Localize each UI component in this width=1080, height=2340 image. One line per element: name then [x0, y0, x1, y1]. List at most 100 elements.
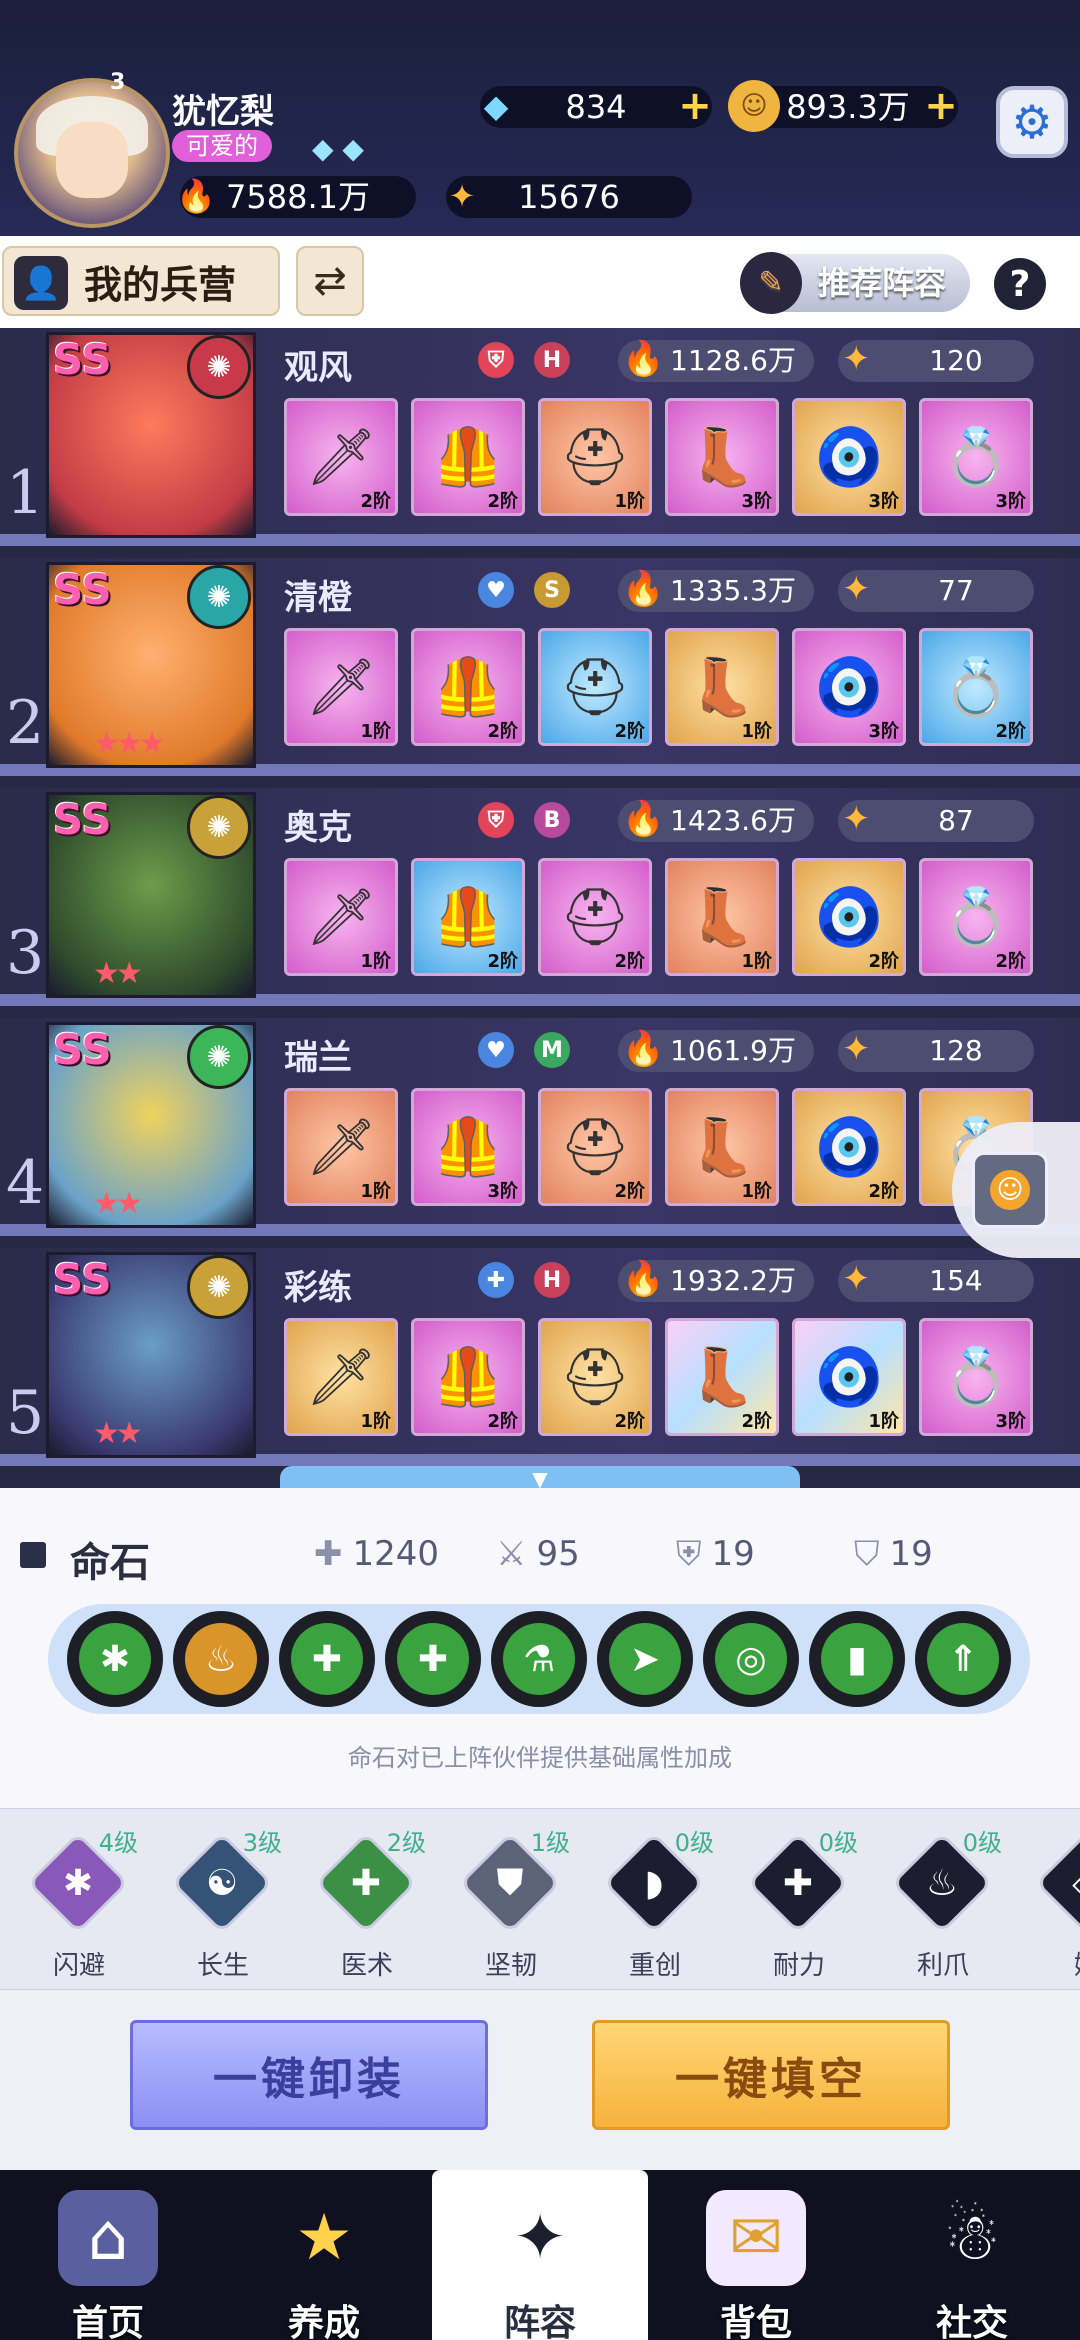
help-icon[interactable]: ?	[994, 258, 1046, 310]
nav-lineup[interactable]: ✦ 阵容	[432, 2170, 648, 2340]
accessibility-float-button[interactable]: ☺	[952, 1122, 1080, 1258]
skill-name: 医术	[340, 1951, 393, 1981]
fate-stone-slot[interactable]: ✱	[67, 1611, 163, 1707]
fate-stone-slot[interactable]: ✚	[279, 1611, 375, 1707]
equipment-slot[interactable]: 🗡 1阶	[284, 858, 398, 976]
equipment-slot[interactable]: 💍 2阶	[919, 628, 1033, 746]
hero-name: 观风	[284, 348, 352, 388]
lineup-icon: ✦	[513, 2201, 567, 2275]
class-badge: S	[534, 572, 570, 608]
fate-stone-slot[interactable]: ⚗	[491, 1611, 587, 1707]
skill-item[interactable]: ✱ 4级 闪避	[14, 1823, 144, 1983]
equipment-stage: 1阶	[741, 1181, 772, 1202]
equipment-slot[interactable]: 💍 2阶	[919, 858, 1033, 976]
hp-stat: ✚ 1240	[314, 1534, 439, 1574]
hero-row[interactable]: 4 SS ✺ ★★ 瑞兰 ♥ M 🔥 1061.9万 ✦ 128 🗡 1阶 🦺 3…	[0, 1018, 1080, 1236]
nav-home[interactable]: ⌂ 首页	[0, 2170, 216, 2340]
one-click-unequip-button[interactable]: 一键卸装	[130, 2020, 488, 2130]
equipment-slot[interactable]: 👢 2阶	[665, 1318, 779, 1436]
skill-item[interactable]: ⛊ 1级 坚韧	[446, 1823, 576, 1983]
equipment-slot[interactable]: 👢 1阶	[665, 628, 779, 746]
hero-portrait[interactable]: SS ✺ ★★	[46, 1022, 256, 1228]
equipment-slot[interactable]: 🗡 2阶	[284, 398, 398, 516]
equipment-slot[interactable]: 🦺 2阶	[411, 398, 525, 516]
equipment-slot[interactable]: 🦺 3阶	[411, 1088, 525, 1206]
equipment-icon: 👢	[687, 1345, 757, 1410]
equipment-slot[interactable]: 🧿 3阶	[792, 398, 906, 516]
res-value: 19	[889, 1534, 933, 1574]
hero-power-value: 1128.6万	[670, 344, 796, 377]
rank-label: SS	[53, 565, 112, 614]
equipment-slot[interactable]: 🗡 1阶	[284, 1088, 398, 1206]
hero-power: 🔥 1061.9万	[618, 1029, 814, 1072]
rank-label: SS	[53, 795, 112, 844]
skill-item[interactable]: ◗ 0级 重创	[590, 1823, 720, 1983]
fate-stone-slot[interactable]: ▮	[809, 1611, 905, 1707]
equipment-slot[interactable]: 🗡 1阶	[284, 1318, 398, 1436]
hero-row[interactable]: 1 SS ✺ 观风 ⛨ H 🔥 1128.6万 ✦ 120 🗡 2阶 🦺 2阶 ⛑ …	[0, 328, 1080, 546]
skill-glyph: ♨	[925, 1862, 959, 1904]
equipment-slot[interactable]: ⛑ 2阶	[538, 628, 652, 746]
equipment-slot[interactable]: 🦺 2阶	[411, 1318, 525, 1436]
settings-gear-icon[interactable]: ⚙	[996, 86, 1068, 158]
fate-stone-slot[interactable]: ◎	[703, 1611, 799, 1707]
equipment-slot[interactable]: 🧿 1阶	[792, 1318, 906, 1436]
atk-stat: ⚔ 95	[496, 1534, 580, 1574]
hero-speed: ✦ 120	[838, 339, 1034, 382]
nav-social[interactable]: ☃ 社交	[864, 2170, 1080, 2340]
skill-glyph: ✱	[62, 1862, 94, 1904]
equipment-slot[interactable]: 👢 1阶	[665, 1088, 779, 1206]
equipment-slot[interactable]: 💍 3阶	[919, 1318, 1033, 1436]
diamond-icon: ◆	[483, 87, 509, 125]
skill-item[interactable]: ♨ 0级 利爪	[878, 1823, 1008, 1983]
equipment-slot[interactable]: 🦺 2阶	[411, 628, 525, 746]
skill-item[interactable]: ✚ 0级 耐力	[734, 1823, 864, 1983]
hero-portrait[interactable]: SS ✺	[46, 332, 256, 538]
equipment-slot[interactable]: 👢 3阶	[665, 398, 779, 516]
equipment-slot[interactable]: 💍 3阶	[919, 398, 1033, 516]
hero-name: 奥克	[284, 808, 352, 848]
fate-stone-slot[interactable]: ♨	[173, 1611, 269, 1707]
equipment-slot[interactable]: 🗡 1阶	[284, 628, 398, 746]
add-diamond-button[interactable]: +	[674, 86, 716, 128]
passive-skill-strip[interactable]: ✱ 4级 闪避 ☯ 3级 长生 ✚ 2级 医术 ⛊ 1级 坚韧 ◗ 0级 重创	[0, 1808, 1080, 1990]
one-click-fill-button[interactable]: 一键填空	[592, 2020, 950, 2130]
swap-icon[interactable]: ⇄	[296, 246, 364, 316]
equipment-slot[interactable]: ⛑ 1阶	[538, 398, 652, 516]
hero-power-value: 1061.9万	[670, 1034, 796, 1067]
recommend-lineup-button[interactable]: ✎ 推荐阵容	[740, 252, 970, 314]
nav-develop[interactable]: ★ 养成	[216, 2170, 432, 2340]
hero-row[interactable]: 2 SS ✺ ★★★ 清橙 ♥ S 🔥 1335.3万 ✦ 77 🗡 1阶 🦺 2…	[0, 558, 1080, 776]
equipment-slot[interactable]: ⛑ 2阶	[538, 1318, 652, 1436]
equipment-icon: 👢	[687, 885, 757, 950]
skill-level: 1级	[530, 1829, 570, 1857]
hero-portrait[interactable]: SS ✺ ★★★	[46, 562, 256, 768]
fate-stone-slot[interactable]: ✚	[385, 1611, 481, 1707]
speed-stone-icon: ➤	[609, 1623, 681, 1695]
bottom-navigation: ⌂ 首页 ★ 养成 ✦ 阵容 ✉ 背包 ☃ 社交	[0, 2170, 1080, 2340]
skill-name: 耐力	[772, 1951, 825, 1981]
fate-stone-slot[interactable]: ➤	[597, 1611, 693, 1707]
skill-item[interactable]: ◇ 婕	[1022, 1823, 1080, 1983]
fate-stone-slot[interactable]: ⇑	[915, 1611, 1011, 1707]
my-barracks-tab[interactable]: 👤 我的兵营	[2, 246, 280, 316]
hero-portrait[interactable]: SS ✺ ★★	[46, 1252, 256, 1458]
equipment-slot[interactable]: 🦺 2阶	[411, 858, 525, 976]
equipment-stage: 2阶	[614, 1181, 645, 1202]
skill-item[interactable]: ☯ 3级 长生	[158, 1823, 288, 1983]
equipment-slot[interactable]: ⛑ 2阶	[538, 1088, 652, 1206]
equipment-slot[interactable]: 🧿 2阶	[792, 858, 906, 976]
skill-item[interactable]: ✚ 2级 医术	[302, 1823, 432, 1983]
add-gold-button[interactable]: +	[920, 86, 962, 128]
hero-row[interactable]: 5 SS ✺ ★★ 彩练 ✚ H 🔥 1932.2万 ✦ 154 🗡 1阶 🦺 2…	[0, 1248, 1080, 1466]
flame-icon: 🔥	[176, 177, 216, 215]
player-avatar[interactable]	[14, 78, 170, 228]
hero-speed: ✦ 154	[838, 1259, 1034, 1302]
equipment-slot[interactable]: ⛑ 2阶	[538, 858, 652, 976]
hero-portrait[interactable]: SS ✺ ★★	[46, 792, 256, 998]
nav-bag[interactable]: ✉ 背包	[648, 2170, 864, 2340]
hero-row[interactable]: 3 SS ✺ ★★ 奥克 ⛨ B 🔥 1423.6万 ✦ 87 🗡 1阶 🦺 2阶…	[0, 788, 1080, 1006]
equipment-slot[interactable]: 🧿 2阶	[792, 1088, 906, 1206]
equipment-slot[interactable]: 🧿 3阶	[792, 628, 906, 746]
equipment-slot[interactable]: 👢 1阶	[665, 858, 779, 976]
